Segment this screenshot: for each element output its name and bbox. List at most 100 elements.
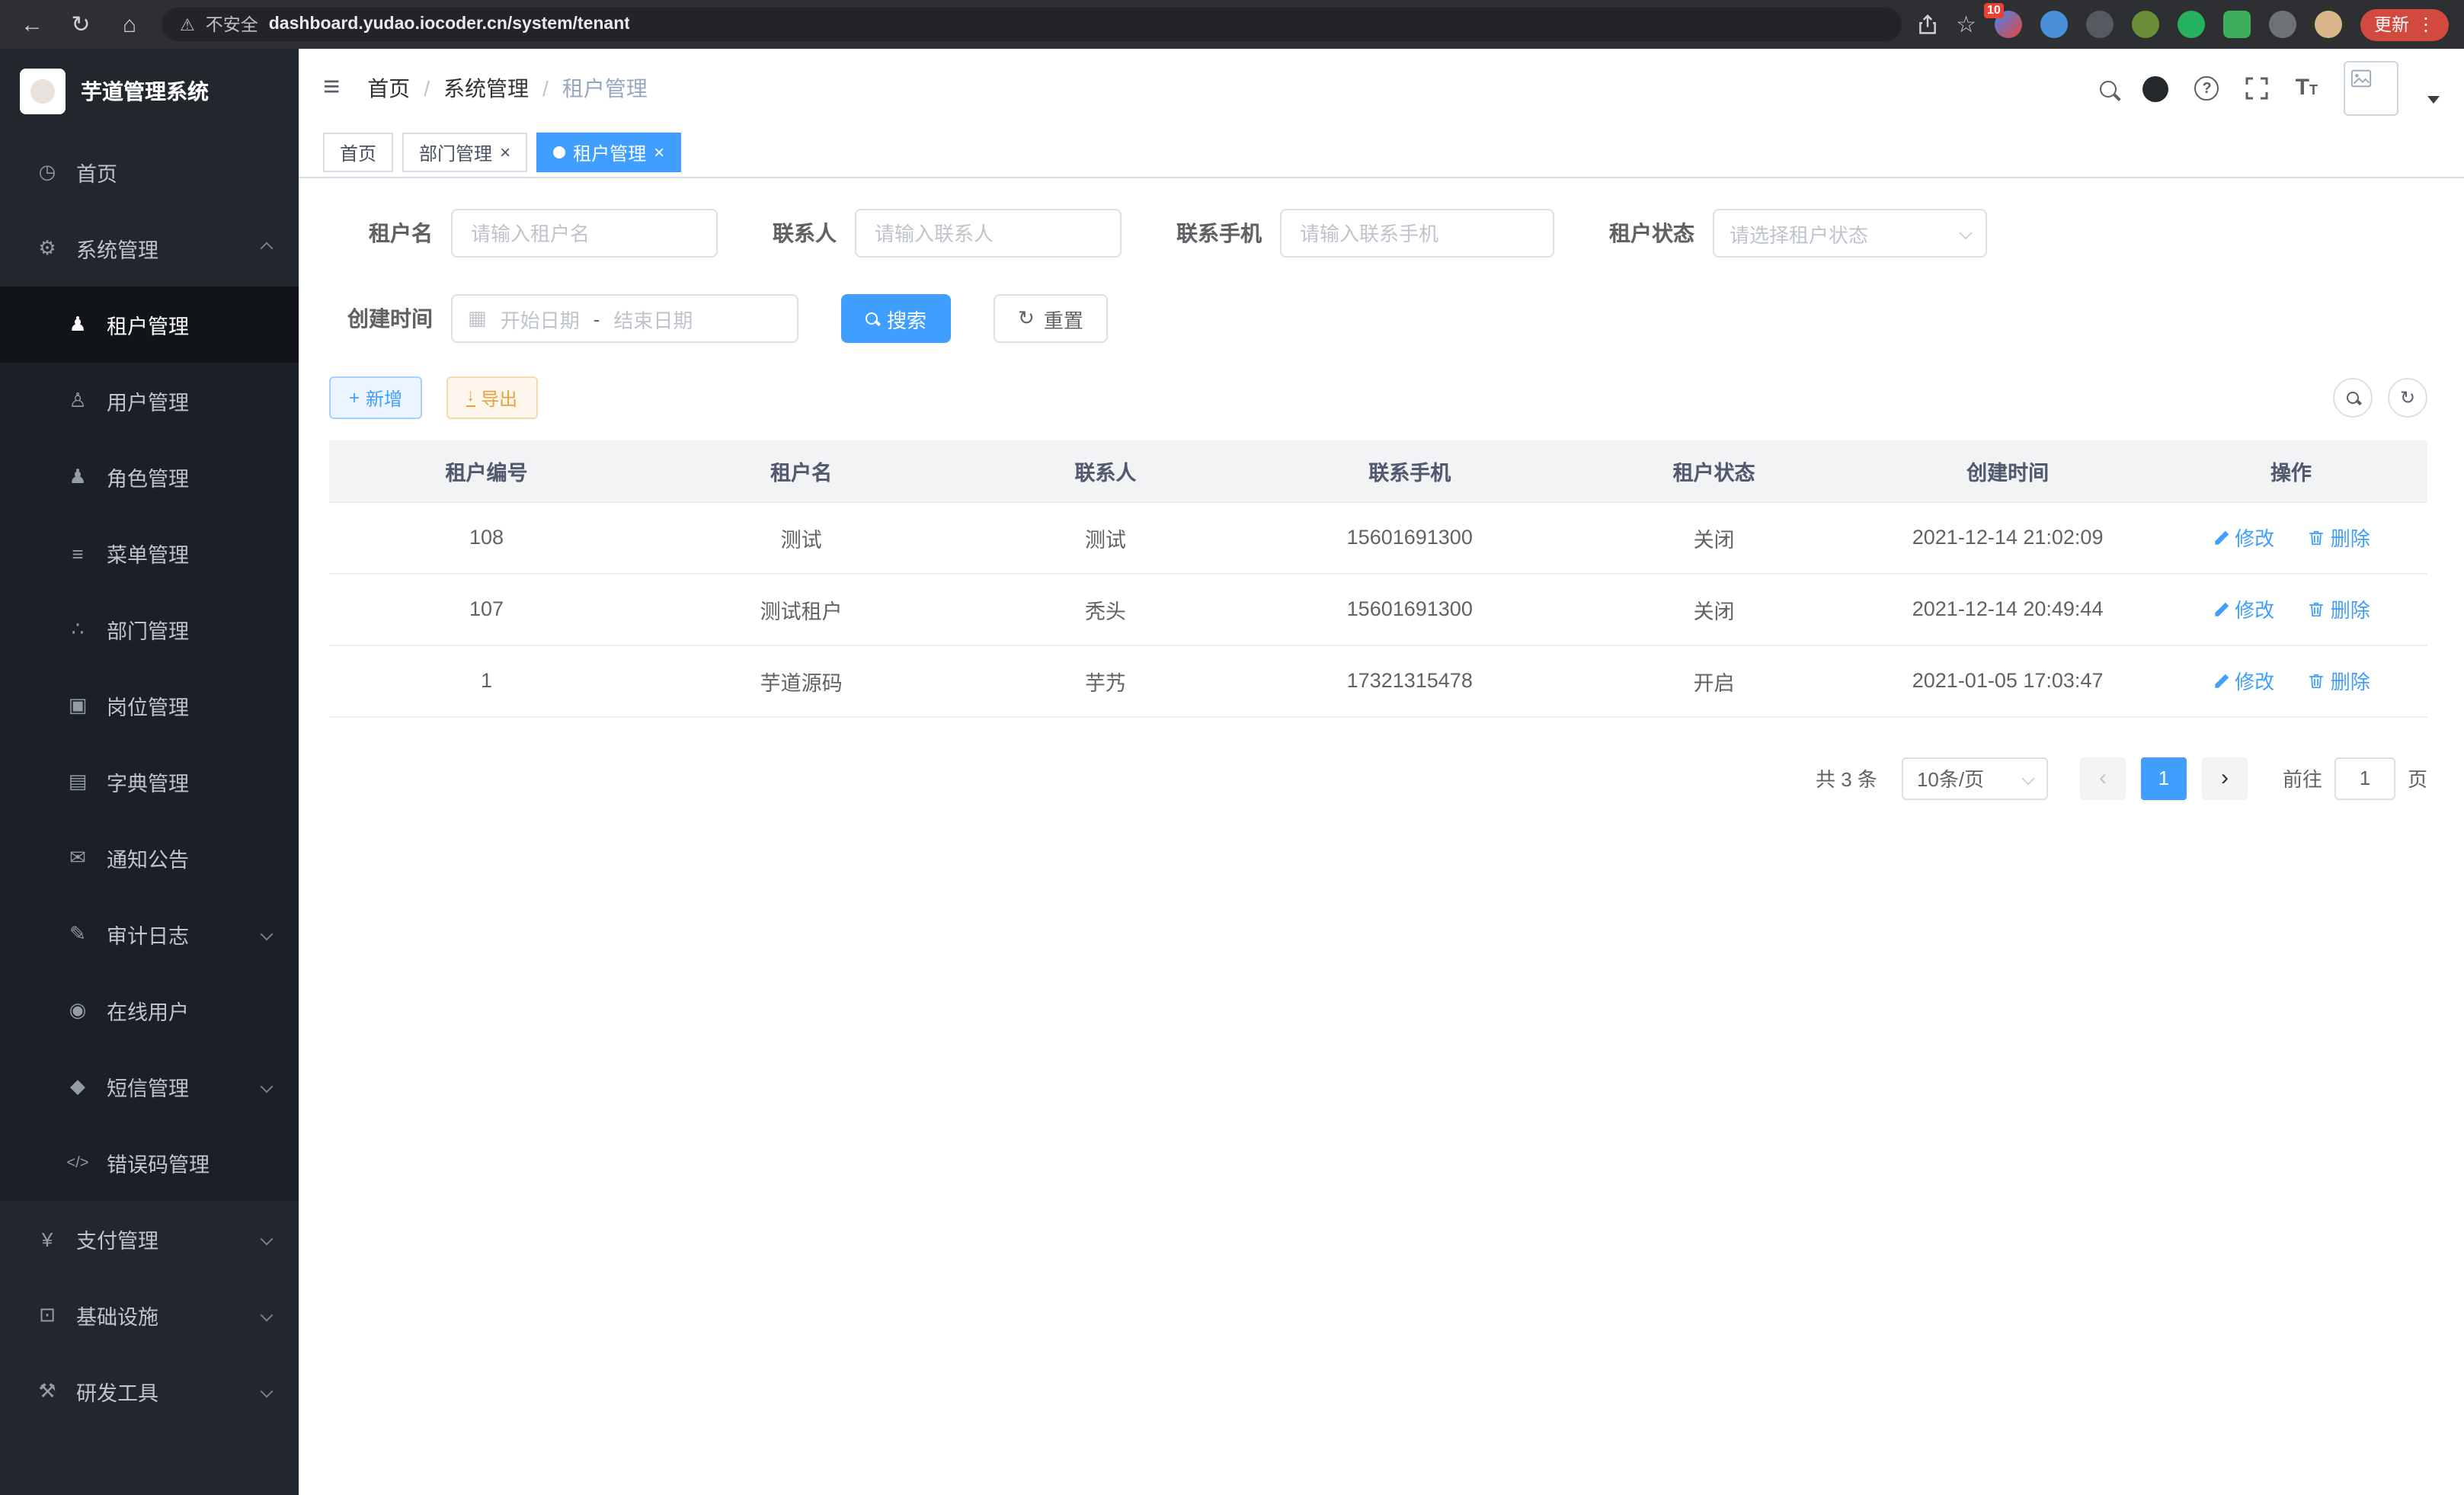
- page-size-select[interactable]: 10条/页: [1902, 757, 2048, 799]
- browser-profile-avatar[interactable]: [2315, 11, 2342, 38]
- edit-link[interactable]: 修改: [2212, 594, 2274, 623]
- sidebar-item-devtools[interactable]: ⚒ 研发工具: [0, 1353, 299, 1429]
- extension-badge: 10: [1984, 3, 2004, 18]
- tenant-name-input[interactable]: [451, 209, 718, 258]
- toolbar-right: ↻: [2333, 378, 2427, 418]
- tab-dept-management[interactable]: 部门管理 ×: [402, 133, 527, 172]
- table-row: 107 测试租户 秃头 15601691300 关闭 2021-12-14 20…: [329, 573, 2427, 645]
- tab-home[interactable]: 首页: [323, 133, 393, 172]
- cell-tenant-name: 测试: [644, 501, 958, 573]
- help-icon[interactable]: ?: [2195, 76, 2219, 101]
- sidebar-item-menu-management[interactable]: ≡ 菜单管理: [0, 515, 299, 591]
- security-warning-label[interactable]: 不安全: [206, 12, 258, 37]
- tenant-users-icon: ♟: [64, 312, 91, 337]
- search-button[interactable]: 搜索: [841, 294, 951, 343]
- tab-tenant-management[interactable]: 租户管理 ×: [536, 133, 681, 172]
- url-domain: dashboard.yudao.iocoder.cn: [269, 15, 507, 34]
- address-bar[interactable]: ⚠ 不安全 dashboard.yudao.iocoder.cn/system/…: [162, 8, 1901, 41]
- sidebar-item-error-code[interactable]: </> 错误码管理: [0, 1125, 299, 1201]
- cell-status: 关闭: [1567, 501, 1861, 573]
- navbar-tools: ? TT: [2101, 61, 2440, 116]
- sidebar-logo[interactable]: 芋道管理系统: [0, 49, 299, 134]
- sidebar-item-post-management[interactable]: ▣ 岗位管理: [0, 667, 299, 744]
- sidebar-item-notice[interactable]: ✉ 通知公告: [0, 820, 299, 896]
- date-range-picker[interactable]: ▦ 开始日期 - 结束日期: [451, 294, 798, 343]
- sidebar-item-label: 研发工具: [76, 1376, 158, 1407]
- filter-row-1: 租户名 联系人 联系手机 租户状态 请选择租户状态: [329, 209, 2427, 258]
- avatar-dropdown-caret[interactable]: [2427, 95, 2440, 103]
- sidebar-item-role-management[interactable]: ♟ 角色管理: [0, 439, 299, 515]
- close-icon[interactable]: ×: [654, 143, 664, 162]
- add-button[interactable]: + 新增: [329, 376, 422, 419]
- sidebar-item-tenant-management[interactable]: ♟ 租户管理: [0, 287, 299, 363]
- phone-input[interactable]: [1280, 209, 1554, 258]
- breadcrumb-separator: /: [542, 76, 549, 101]
- browser-toolbar-right: ☆ 10 更新 ⋮: [1916, 8, 2449, 40]
- delete-link[interactable]: 删除: [2308, 666, 2370, 695]
- show-search-toggle-button[interactable]: [2333, 378, 2373, 418]
- chevron-down-icon: [261, 1385, 274, 1398]
- sidebar-item-payment[interactable]: ¥ 支付管理: [0, 1201, 299, 1277]
- sidebar-item-label: 岗位管理: [107, 690, 189, 721]
- table-row: 108 测试 测试 15601691300 关闭 2021-12-14 21:0…: [329, 501, 2427, 573]
- shield-icon: ◆: [64, 1074, 91, 1099]
- chevron-down-icon: [2021, 772, 2034, 785]
- sidebar-item-infrastructure[interactable]: ⊡ 基础设施: [0, 1277, 299, 1353]
- extension-icon[interactable]: [2178, 11, 2205, 38]
- col-actions: 操作: [2155, 440, 2427, 501]
- sidebar-item-online-users[interactable]: ◉ 在线用户: [0, 972, 299, 1048]
- viewport: ← ↻ ⌂ ⚠ 不安全 dashboard.yudao.iocoder.cn/s…: [0, 0, 2464, 1495]
- extension-icon[interactable]: 10: [1995, 11, 2022, 38]
- browser-reload-button[interactable]: ↻: [64, 8, 98, 41]
- refresh-button[interactable]: ↻: [2388, 378, 2427, 418]
- prev-page-button[interactable]: ‹: [2080, 757, 2126, 799]
- page-number-1[interactable]: 1: [2141, 757, 2187, 799]
- extension-icon[interactable]: [2086, 11, 2114, 38]
- export-button[interactable]: ↓ 导出: [446, 376, 537, 419]
- sidebar-item-dict-management[interactable]: ▤ 字典管理: [0, 744, 299, 820]
- dashboard-icon: ◷: [34, 160, 61, 184]
- delete-link[interactable]: 删除: [2308, 594, 2370, 623]
- bookmark-star-icon[interactable]: ☆: [1956, 11, 1976, 38]
- close-icon[interactable]: ×: [500, 143, 510, 162]
- font-size-icon[interactable]: TT: [2296, 75, 2318, 102]
- cell-phone: 15601691300: [1253, 501, 1567, 573]
- edit-link[interactable]: 修改: [2212, 523, 2274, 552]
- menu-list-icon: ≡: [64, 542, 91, 565]
- sidebar-item-home[interactable]: ◷ 首页: [0, 134, 299, 210]
- browser-home-button[interactable]: ⌂: [113, 8, 146, 41]
- extension-icon[interactable]: [2040, 11, 2068, 38]
- extension-icon[interactable]: [2223, 11, 2251, 38]
- delete-link[interactable]: 删除: [2308, 523, 2370, 552]
- extensions-puzzle-icon[interactable]: [2269, 11, 2296, 38]
- github-icon[interactable]: [2143, 75, 2169, 101]
- share-icon[interactable]: [1916, 14, 1938, 35]
- next-page-button[interactable]: ›: [2202, 757, 2248, 799]
- edit-link[interactable]: 修改: [2212, 666, 2274, 695]
- table-row: 1 芋道源码 芋艿 17321315478 开启 2021-01-05 17:0…: [329, 645, 2427, 716]
- pencil-icon: [2212, 528, 2230, 546]
- browser-menu-kebab-icon[interactable]: ⋮: [2417, 14, 2435, 35]
- sidebar-item-label: 系统管理: [76, 233, 158, 264]
- breadcrumb-home[interactable]: 首页: [367, 73, 410, 104]
- browser-update-button[interactable]: 更新 ⋮: [2360, 8, 2449, 40]
- breadcrumb-system[interactable]: 系统管理: [443, 73, 529, 104]
- avatar[interactable]: [2344, 61, 2398, 116]
- table-header-row: 租户编号 租户名 联系人 联系手机 租户状态 创建时间 操作: [329, 440, 2427, 501]
- contact-input[interactable]: [855, 209, 1122, 258]
- sidebar-item-sms-management[interactable]: ◆ 短信管理: [0, 1048, 299, 1125]
- reset-button[interactable]: ↻ 重置: [994, 294, 1108, 343]
- extension-icon[interactable]: [2132, 11, 2159, 38]
- sidebar-item-label: 用户管理: [107, 386, 189, 416]
- sidebar-item-audit-log[interactable]: ✎ 审计日志: [0, 896, 299, 972]
- sidebar-item-user-management[interactable]: ♙ 用户管理: [0, 363, 299, 439]
- search-icon[interactable]: [2101, 80, 2117, 97]
- goto-page-input[interactable]: [2334, 757, 2395, 799]
- sidebar-item-system-management[interactable]: ⚙ 系统管理: [0, 210, 299, 287]
- browser-back-button[interactable]: ←: [15, 8, 49, 41]
- col-created: 创建时间: [1861, 440, 2155, 501]
- sidebar-item-dept-management[interactable]: ∴ 部门管理: [0, 591, 299, 667]
- status-select[interactable]: 请选择租户状态: [1713, 209, 1987, 258]
- fullscreen-icon[interactable]: [2245, 76, 2270, 101]
- hamburger-icon[interactable]: ≡: [323, 72, 340, 105]
